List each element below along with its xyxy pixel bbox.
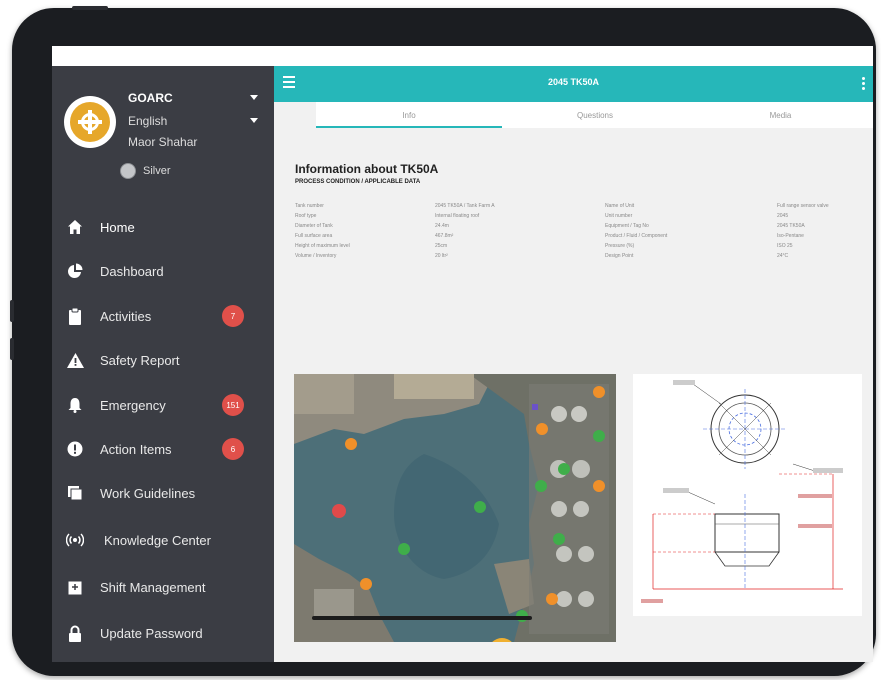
info-cell: Equipment / Tag No bbox=[605, 223, 649, 229]
tablet-frame: GOARC English Maor Shahar Silver Home Da… bbox=[10, 6, 876, 676]
sidebar-item-label: Emergency bbox=[100, 397, 166, 413]
table-row: Roof type Internal floating roof Unit nu… bbox=[295, 213, 865, 223]
info-cell: Diameter of Tank bbox=[295, 223, 333, 229]
chevron-down-icon[interactable] bbox=[250, 118, 258, 123]
screen: GOARC English Maor Shahar Silver Home Da… bbox=[52, 46, 873, 662]
info-cell: Iso-Pentane bbox=[777, 233, 804, 239]
lock-icon bbox=[66, 624, 84, 642]
broadcast-icon bbox=[66, 531, 84, 549]
sidebar-item-label: Activities bbox=[100, 308, 152, 324]
clipboard-icon bbox=[66, 307, 84, 325]
bell-icon bbox=[66, 396, 84, 414]
info-cell: Full range sensor valve bbox=[777, 203, 829, 209]
tab-questions[interactable]: Questions bbox=[502, 102, 688, 128]
sidebar-item-update-password[interactable]: Update Password bbox=[52, 619, 274, 647]
sidebar-item-work-guidelines[interactable]: Work Guidelines bbox=[52, 479, 274, 507]
info-cell: Full surface area bbox=[295, 233, 333, 239]
info-cell: Pressure (%) bbox=[605, 243, 635, 249]
tier-badge: Silver bbox=[120, 163, 171, 179]
info-table: Tank number 2045 TK50A / Tank Farm A Nam… bbox=[295, 203, 865, 263]
tank-technical-drawing[interactable] bbox=[633, 374, 862, 616]
info-title: Information about TK50A bbox=[295, 162, 439, 176]
status-bar bbox=[52, 46, 873, 66]
language-selector[interactable]: English bbox=[128, 114, 167, 128]
info-cell: 467.8m² bbox=[435, 233, 454, 239]
sidebar: GOARC English Maor Shahar Silver Home Da… bbox=[52, 66, 274, 662]
info-cell: Name of Unit bbox=[605, 203, 635, 209]
exclamation-icon bbox=[66, 440, 84, 458]
sidebar-item-label: Action Items bbox=[100, 441, 172, 457]
tier-label: Silver bbox=[143, 165, 171, 177]
info-cell: 20 ltr² bbox=[435, 253, 448, 259]
volume-button bbox=[10, 300, 14, 322]
book-icon bbox=[66, 484, 84, 502]
info-cell: 2045 bbox=[777, 213, 789, 219]
satellite-map[interactable] bbox=[294, 374, 616, 642]
sidebar-item-action-items[interactable]: Action Items 6 bbox=[52, 435, 274, 463]
info-cell: Product / Fluid / Component bbox=[605, 233, 668, 239]
chevron-down-icon[interactable] bbox=[250, 95, 258, 100]
sidebar-item-dashboard[interactable]: Dashboard bbox=[52, 257, 274, 285]
sidebar-item-emergency[interactable]: Emergency 151 bbox=[52, 391, 274, 419]
warning-icon bbox=[66, 351, 84, 369]
tab-bar: Info Questions Media bbox=[316, 102, 873, 128]
info-cell: Roof type bbox=[295, 213, 317, 219]
info-cell: Volume / Inventory bbox=[295, 253, 337, 259]
table-row: Height of maximum level 25cm Pressure (%… bbox=[295, 243, 865, 253]
info-cell: Tank number bbox=[295, 203, 324, 209]
notification-badge: 6 bbox=[222, 438, 244, 460]
sidebar-item-label: Dashboard bbox=[100, 263, 164, 279]
pie-chart-icon bbox=[66, 262, 84, 280]
home-indicator bbox=[312, 616, 532, 620]
info-cell: ISO 25 bbox=[777, 243, 793, 249]
sidebar-item-label: Shift Management bbox=[100, 579, 206, 595]
table-row: Tank number 2045 TK50A / Tank Farm A Nam… bbox=[295, 203, 865, 213]
sidebar-item-activities[interactable]: Activities 7 bbox=[52, 302, 274, 330]
sidebar-item-label: Knowledge Center bbox=[104, 532, 211, 548]
sidebar-item-label: Safety Report bbox=[100, 352, 180, 368]
tab-media[interactable]: Media bbox=[688, 102, 873, 128]
table-row: Diameter of Tank 24.4m Equipment / Tag N… bbox=[295, 223, 865, 233]
notification-badge: 7 bbox=[222, 305, 244, 327]
sidebar-item-shift-management[interactable]: Shift Management bbox=[52, 573, 274, 601]
home-icon bbox=[66, 218, 84, 236]
sidebar-item-label: Home bbox=[100, 219, 135, 235]
sidebar-item-home[interactable]: Home bbox=[52, 213, 274, 241]
info-cell: 25cm bbox=[435, 243, 448, 249]
active-tab-indicator bbox=[316, 126, 502, 128]
info-cell: 24.4m bbox=[435, 223, 449, 229]
info-subtitle: PROCESS CONDITION / APPLICABLE DATA bbox=[295, 179, 421, 185]
medal-icon bbox=[120, 163, 136, 179]
volume-button bbox=[10, 338, 14, 360]
tab-info[interactable]: Info bbox=[316, 102, 502, 128]
main-content: 2045 TK50A Info Questions Media Informat… bbox=[274, 66, 873, 662]
info-cell: Internal floating roof bbox=[435, 213, 480, 219]
more-options-icon[interactable] bbox=[862, 77, 865, 92]
table-row: Full surface area 467.8m² Product / Flui… bbox=[295, 233, 865, 243]
info-cell: 2045 TK50A / Tank Farm A bbox=[435, 203, 495, 209]
sidebar-item-label: Work Guidelines bbox=[100, 485, 196, 501]
page-title: 2045 TK50A bbox=[547, 77, 600, 87]
notification-badge: 151 bbox=[222, 394, 244, 416]
sidebar-item-label: Update Password bbox=[100, 625, 203, 641]
app-header: 2045 TK50A bbox=[274, 66, 873, 102]
shift-icon bbox=[66, 578, 84, 596]
info-cell: Height of maximum level bbox=[295, 243, 350, 249]
info-cell: 24°C bbox=[777, 253, 789, 259]
sidebar-item-safety-report[interactable]: Safety Report bbox=[52, 346, 274, 374]
app-logo bbox=[64, 96, 116, 148]
table-row: Volume / Inventory 20 ltr² Design Point … bbox=[295, 253, 865, 263]
sidebar-item-knowledge-center[interactable]: Knowledge Center bbox=[52, 526, 274, 554]
info-cell: Unit number bbox=[605, 213, 633, 219]
user-name: Maor Shahar bbox=[128, 135, 198, 149]
power-button bbox=[72, 6, 108, 10]
brand-name: GOARC bbox=[128, 91, 173, 105]
info-cell: Design Point bbox=[605, 253, 634, 259]
info-cell: 2045 TK50A bbox=[777, 223, 805, 229]
